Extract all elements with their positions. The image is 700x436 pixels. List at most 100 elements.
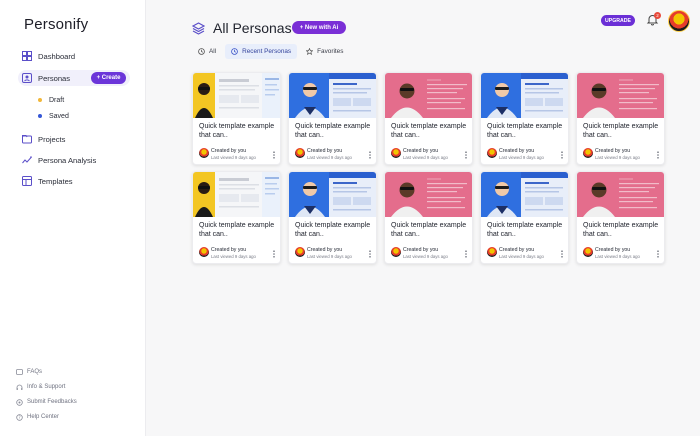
card-title: Quick template example that can.. (583, 123, 659, 139)
help-icon: ? (16, 413, 23, 421)
persona-thumbnail (577, 172, 664, 217)
card-title: Quick template example that can.. (295, 123, 371, 139)
tab-label: All (209, 48, 217, 55)
sidebar-item-label: Personas (38, 73, 71, 83)
sidebar-item-dashboard[interactable]: Dashboard (22, 48, 75, 64)
card-last-viewed: Last viewed 9 days ago (499, 254, 544, 259)
card-title: Quick template example that can.. (391, 222, 467, 238)
creator-avatar (295, 148, 305, 158)
kebab-menu-icon[interactable] (464, 151, 468, 159)
card-title: Quick template example that can.. (583, 222, 659, 238)
template-icon (22, 176, 32, 186)
layers-icon (192, 21, 205, 35)
persona-thumbnail (577, 73, 664, 118)
footer-item-label: Submit Feedbacks (27, 399, 77, 405)
faq-icon (16, 368, 23, 376)
creator-avatar (583, 148, 593, 158)
persona-card[interactable]: Quick template example that can.. Created… (384, 72, 473, 165)
creator-avatar (199, 247, 209, 257)
persona-icon (22, 73, 32, 83)
draft-dot-icon (38, 98, 42, 102)
persona-card[interactable]: Quick template example that can.. Created… (288, 171, 377, 264)
card-created-by: Created by you (403, 148, 439, 154)
card-last-viewed: Last viewed 9 days ago (403, 254, 448, 259)
persona-thumbnail (385, 172, 472, 217)
sidebar-item-projects[interactable]: Projects (22, 131, 65, 147)
kebab-menu-icon[interactable] (560, 250, 564, 258)
footer-item-submit-feedbacks[interactable]: Submit Feedbacks (16, 397, 77, 407)
card-last-viewed: Last viewed 9 days ago (499, 155, 544, 160)
persona-card[interactable]: Quick template example that can.. Created… (480, 72, 569, 165)
card-title: Quick template example that can.. (199, 222, 275, 238)
saved-dot-icon (38, 114, 42, 118)
persona-card[interactable]: Quick template example that can.. Created… (192, 72, 281, 165)
footer-item-info-support[interactable]: Info & Support (16, 382, 65, 392)
card-created-by: Created by you (595, 148, 631, 154)
kebab-menu-icon[interactable] (656, 250, 660, 258)
main-content: All Personas + New with Ai UPGRADE 2 All… (146, 0, 700, 436)
creator-avatar (583, 247, 593, 257)
card-title: Quick template example that can.. (295, 222, 371, 238)
card-last-viewed: Last viewed 9 days ago (595, 254, 640, 259)
kebab-menu-icon[interactable] (368, 250, 372, 258)
card-title: Quick template example that can.. (391, 123, 467, 139)
card-last-viewed: Last viewed 9 days ago (211, 254, 256, 259)
kebab-menu-icon[interactable] (368, 151, 372, 159)
upgrade-button[interactable]: UPGRADE (601, 15, 635, 26)
app-logo: Personify (24, 16, 89, 33)
creator-avatar (487, 148, 497, 158)
create-button[interactable]: + Create (91, 72, 126, 84)
footer-item-faqs[interactable]: FAQs (16, 367, 42, 377)
card-title: Quick template example that can.. (487, 222, 563, 238)
sidebar-subitem-label: Saved (49, 112, 69, 120)
persona-thumbnail (193, 172, 280, 217)
card-title: Quick template example that can.. (487, 123, 563, 139)
tab-recent-personas[interactable]: Recent Personas (225, 44, 298, 59)
footer-item-label: FAQs (27, 369, 43, 375)
headset-icon (16, 384, 23, 391)
persona-card[interactable]: Quick template example that can.. Created… (480, 171, 569, 264)
kebab-menu-icon[interactable] (560, 151, 564, 159)
sidebar-item-templates[interactable]: Templates (22, 173, 73, 189)
sidebar-subitem-draft[interactable]: Draft (38, 94, 64, 106)
creator-avatar (391, 148, 401, 158)
card-last-viewed: Last viewed 9 days ago (403, 155, 448, 160)
creator-avatar (295, 247, 305, 257)
clock-icon (231, 48, 238, 55)
persona-card[interactable]: Quick template example that can.. Created… (576, 72, 665, 165)
page-header: All Personas (192, 18, 292, 38)
page-title: All Personas (213, 20, 292, 36)
persona-card[interactable]: Quick template example that can.. Created… (384, 171, 473, 264)
kebab-menu-icon[interactable] (272, 250, 276, 258)
persona-card[interactable]: Quick template example that can.. Created… (288, 72, 377, 165)
notification-badge: 2 (654, 12, 661, 19)
footer-item-help-center[interactable]: ? Help Center (16, 412, 59, 422)
sidebar-item-label: Projects (38, 134, 66, 144)
card-created-by: Created by you (307, 247, 343, 253)
new-with-ai-button[interactable]: + New with Ai (292, 21, 346, 34)
tab-label: Recent Personas (242, 48, 292, 55)
sidebar-subitem-saved[interactable]: Saved (38, 110, 69, 122)
tab-all[interactable]: All (192, 44, 222, 59)
persona-thumbnail (289, 172, 376, 217)
persona-card[interactable]: Quick template example that can.. Created… (576, 171, 665, 264)
feedback-icon (16, 398, 23, 406)
card-last-viewed: Last viewed 9 days ago (307, 254, 352, 259)
card-created-by: Created by you (211, 247, 247, 253)
card-title: Quick template example that can.. (199, 123, 275, 139)
tab-favorites[interactable]: Favorites (300, 44, 349, 59)
footer-item-label: Help Center (27, 414, 60, 420)
persona-thumbnail (481, 73, 568, 118)
kebab-menu-icon[interactable] (464, 250, 468, 258)
tab-label: Favorites (317, 48, 344, 55)
folder-icon (22, 134, 32, 144)
sidebar-item-persona-analysis[interactable]: Persona Analysis (22, 152, 96, 168)
card-created-by: Created by you (307, 148, 343, 154)
kebab-menu-icon[interactable] (656, 151, 660, 159)
user-avatar[interactable] (668, 10, 690, 32)
kebab-menu-icon[interactable] (272, 151, 276, 159)
persona-card[interactable]: Quick template example that can.. Created… (192, 171, 281, 264)
card-created-by: Created by you (211, 148, 247, 154)
sidebar-item-label: Dashboard (38, 51, 76, 61)
card-created-by: Created by you (499, 148, 535, 154)
